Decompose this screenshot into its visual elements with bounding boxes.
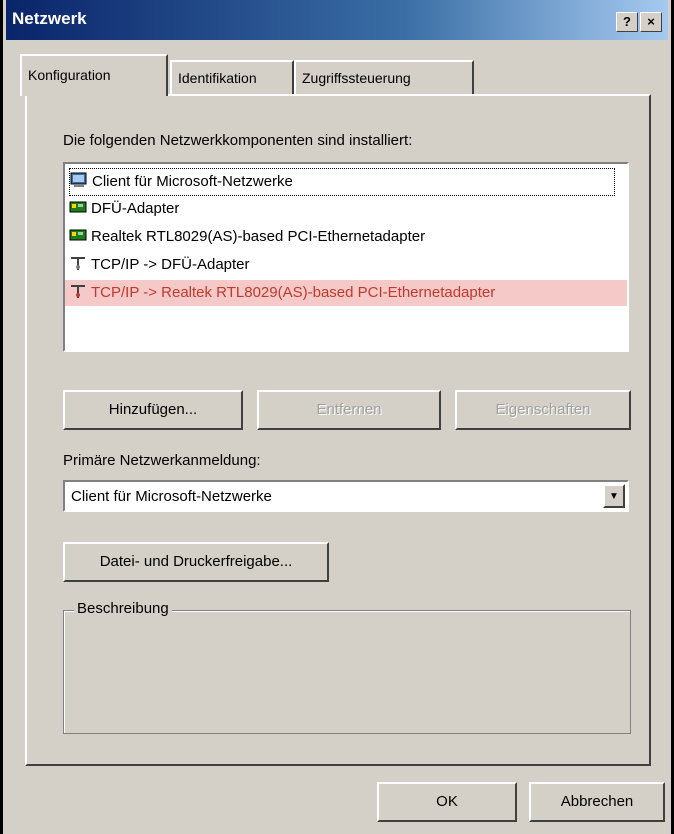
ok-button[interactable]: OK xyxy=(377,782,517,822)
properties-button-label: Eigenschaften xyxy=(495,401,591,418)
protocol-icon xyxy=(69,254,87,270)
cancel-button-label: Abbrechen xyxy=(560,793,634,810)
network-dialog: Netzwerk ? × Konfiguration Identifikatio… xyxy=(0,0,674,834)
ok-button-label: OK xyxy=(436,793,458,810)
list-item-selected[interactable]: TCP/IP -> Realtek RTL8029(AS)-based PCI-… xyxy=(65,280,627,306)
list-item[interactable]: DFÜ-Adapter xyxy=(69,196,179,222)
tab-label: Zugriffssteuerung xyxy=(302,70,411,86)
close-icon[interactable]: × xyxy=(640,12,662,32)
tab-zugriffssteuerung[interactable]: Zugriffssteuerung xyxy=(294,60,474,94)
network-client-icon xyxy=(70,171,88,187)
list-item-label: TCP/IP -> Realtek RTL8029(AS)-based PCI-… xyxy=(91,284,496,301)
list-item[interactable]: Realtek RTL8029(AS)-based PCI-Ethernetad… xyxy=(69,224,425,250)
window-title: Netzwerk xyxy=(12,9,87,28)
description-group: Beschreibung xyxy=(63,600,631,734)
primary-logon-value: Client für Microsoft-Netzwerke xyxy=(71,488,272,505)
cancel-button[interactable]: Abbrechen xyxy=(529,782,665,822)
tab-label: Identifikation xyxy=(178,70,257,86)
remove-button[interactable]: Entfernen xyxy=(257,390,441,430)
list-item-label: Client für Microsoft-Netzwerke xyxy=(92,173,293,190)
remove-button-label: Entfernen xyxy=(316,401,382,418)
components-list[interactable]: Client für Microsoft-Netzwerke DFÜ-Adapt… xyxy=(63,162,629,352)
components-heading: Die folgenden Netzwerkkomponenten sind i… xyxy=(63,132,413,149)
file-print-sharing-button[interactable]: Datei- und Druckerfreigabe... xyxy=(63,542,329,582)
primary-logon-label: Primäre Netzwerkanmeldung: xyxy=(63,452,261,469)
add-button[interactable]: Hinzufügen... xyxy=(63,390,243,430)
list-item-label: Realtek RTL8029(AS)-based PCI-Ethernetad… xyxy=(91,228,426,245)
protocol-icon xyxy=(69,282,87,298)
tab-label: Konfiguration xyxy=(28,67,111,83)
description-title: Beschreibung xyxy=(74,600,172,617)
tab-identifikation[interactable]: Identifikation xyxy=(170,60,294,94)
tab-konfiguration[interactable]: Konfiguration xyxy=(20,54,168,96)
network-adapter-icon xyxy=(69,226,87,242)
help-icon[interactable]: ? xyxy=(616,12,638,32)
properties-button[interactable]: Eigenschaften xyxy=(455,390,631,430)
list-item-label: TCP/IP -> DFÜ-Adapter xyxy=(91,256,250,273)
list-item[interactable]: Client für Microsoft-Netzwerke xyxy=(69,168,615,196)
add-button-label: Hinzufügen... xyxy=(108,401,198,418)
title-bar[interactable]: Netzwerk ? × xyxy=(6,0,668,40)
chevron-down-icon[interactable]: ▼ xyxy=(603,484,625,508)
primary-logon-select[interactable]: Client für Microsoft-Netzwerke ▼ xyxy=(63,480,629,512)
list-item-label: DFÜ-Adapter xyxy=(91,200,180,217)
file-print-sharing-label: Datei- und Druckerfreigabe... xyxy=(99,553,293,570)
network-adapter-icon xyxy=(69,198,87,214)
list-item[interactable]: TCP/IP -> DFÜ-Adapter xyxy=(69,252,250,278)
